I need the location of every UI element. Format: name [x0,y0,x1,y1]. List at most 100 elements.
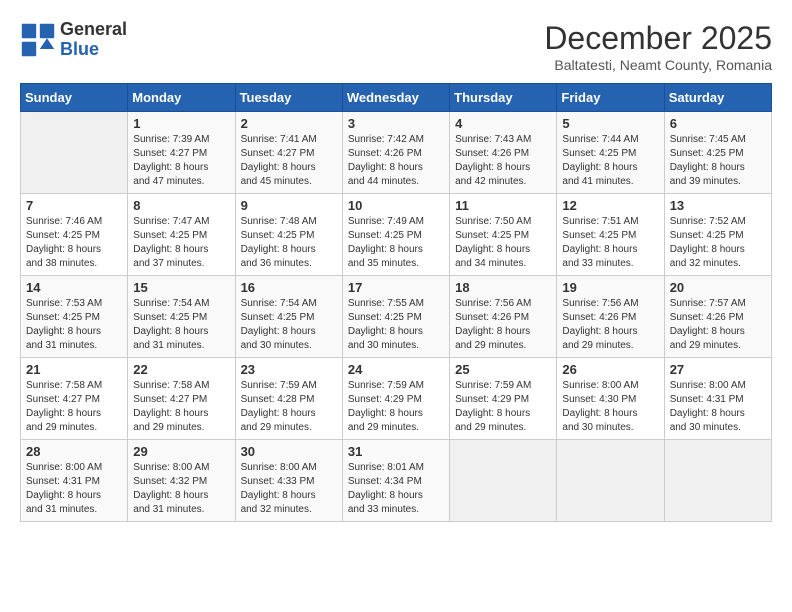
calendar-cell: 1 Sunrise: 7:39 AMSunset: 4:27 PMDaylight… [128,112,235,194]
day-number: 6 [670,116,766,131]
calendar-cell: 14 Sunrise: 7:53 AMSunset: 4:25 PMDayligh… [21,276,128,358]
day-info: Sunrise: 7:43 AMSunset: 4:26 PMDaylight:… [455,133,551,189]
calendar-body: 1 Sunrise: 7:39 AMSunset: 4:27 PMDaylight… [21,112,772,522]
calendar-cell: 27 Sunrise: 8:00 AMSunset: 4:31 PMDayligh… [664,358,771,440]
logo-blue: Blue [60,39,99,59]
day-number: 27 [670,362,766,377]
day-of-week-header: Tuesday [235,84,342,112]
day-number: 29 [133,444,229,459]
day-info: Sunrise: 7:59 AMSunset: 4:28 PMDaylight:… [241,379,337,435]
day-number: 8 [133,198,229,213]
calendar-cell: 17 Sunrise: 7:55 AMSunset: 4:25 PMDayligh… [342,276,449,358]
day-number: 21 [26,362,122,377]
calendar-cell: 31Sunrise: 8:01 AMSunset: 4:34 PMDayligh… [342,440,449,522]
day-number: 9 [241,198,337,213]
calendar-week-row: 14 Sunrise: 7:53 AMSunset: 4:25 PMDayligh… [21,276,772,358]
day-number: 23 [241,362,337,377]
day-info: Sunrise: 7:57 AMSunset: 4:26 PMDaylight:… [670,297,766,353]
day-info: Sunrise: 7:56 AMSunset: 4:26 PMDaylight:… [562,297,658,353]
page-header: General Blue December 2025 Baltatesti, N… [20,20,772,73]
day-info: Sunrise: 7:54 AMSunset: 4:25 PMDaylight:… [133,297,229,353]
day-number: 10 [348,198,444,213]
logo: General Blue [20,20,127,60]
day-info: Sunrise: 8:00 AMSunset: 4:32 PMDaylight:… [133,461,229,517]
day-info: Sunrise: 8:00 AMSunset: 4:31 PMDaylight:… [26,461,122,517]
calendar-cell [21,112,128,194]
day-number: 5 [562,116,658,131]
day-number: 4 [455,116,551,131]
calendar-week-row: 21 Sunrise: 7:58 AMSunset: 4:27 PMDayligh… [21,358,772,440]
day-of-week-header: Friday [557,84,664,112]
day-number: 19 [562,280,658,295]
calendar-cell: 6 Sunrise: 7:45 AMSunset: 4:25 PMDaylight… [664,112,771,194]
calendar-cell: 25Sunrise: 7:59 AMSunset: 4:29 PMDayligh… [450,358,557,440]
day-info: Sunrise: 7:53 AMSunset: 4:25 PMDaylight:… [26,297,122,353]
day-info: Sunrise: 7:58 AMSunset: 4:27 PMDaylight:… [26,379,122,435]
day-number: 20 [670,280,766,295]
day-info: Sunrise: 7:49 AMSunset: 4:25 PMDaylight:… [348,215,444,271]
day-info: Sunrise: 7:45 AMSunset: 4:25 PMDaylight:… [670,133,766,189]
calendar-cell: 16 Sunrise: 7:54 AMSunset: 4:25 PMDayligh… [235,276,342,358]
day-of-week-header: Saturday [664,84,771,112]
calendar-cell: 13Sunrise: 7:52 AMSunset: 4:25 PMDayligh… [664,194,771,276]
location-subtitle: Baltatesti, Neamt County, Romania [544,57,772,73]
day-info: Sunrise: 8:00 AMSunset: 4:31 PMDaylight:… [670,379,766,435]
logo-general: General [60,20,127,40]
day-info: Sunrise: 7:39 AMSunset: 4:27 PMDaylight:… [133,133,229,189]
day-number: 17 [348,280,444,295]
day-info: Sunrise: 7:55 AMSunset: 4:25 PMDaylight:… [348,297,444,353]
calendar-cell: 7Sunrise: 7:46 AMSunset: 4:25 PMDaylight… [21,194,128,276]
calendar-cell: 18Sunrise: 7:56 AMSunset: 4:26 PMDayligh… [450,276,557,358]
calendar-cell: 15 Sunrise: 7:54 AMSunset: 4:25 PMDayligh… [128,276,235,358]
day-of-week-header: Monday [128,84,235,112]
day-info: Sunrise: 7:50 AMSunset: 4:25 PMDaylight:… [455,215,551,271]
day-info: Sunrise: 7:54 AMSunset: 4:25 PMDaylight:… [241,297,337,353]
day-number: 26 [562,362,658,377]
day-of-week-header: Wednesday [342,84,449,112]
title-block: December 2025 Baltatesti, Neamt County, … [544,20,772,73]
day-number: 22 [133,362,229,377]
day-info: Sunrise: 7:46 AMSunset: 4:25 PMDaylight:… [26,215,122,271]
day-number: 28 [26,444,122,459]
day-info: Sunrise: 7:51 AMSunset: 4:25 PMDaylight:… [562,215,658,271]
calendar-table: SundayMondayTuesdayWednesdayThursdayFrid… [20,83,772,522]
calendar-cell: 26 Sunrise: 8:00 AMSunset: 4:30 PMDayligh… [557,358,664,440]
day-info: Sunrise: 7:44 AMSunset: 4:25 PMDaylight:… [562,133,658,189]
day-number: 1 [133,116,229,131]
calendar-week-row: 28 Sunrise: 8:00 AMSunset: 4:31 PMDayligh… [21,440,772,522]
day-info: Sunrise: 7:47 AMSunset: 4:25 PMDaylight:… [133,215,229,271]
day-info: Sunrise: 7:56 AMSunset: 4:26 PMDaylight:… [455,297,551,353]
calendar-cell: 12 Sunrise: 7:51 AMSunset: 4:25 PMDayligh… [557,194,664,276]
days-of-week-row: SundayMondayTuesdayWednesdayThursdayFrid… [21,84,772,112]
calendar-week-row: 7Sunrise: 7:46 AMSunset: 4:25 PMDaylight… [21,194,772,276]
calendar-cell: 24Sunrise: 7:59 AMSunset: 4:29 PMDayligh… [342,358,449,440]
day-number: 14 [26,280,122,295]
day-info: Sunrise: 7:58 AMSunset: 4:27 PMDaylight:… [133,379,229,435]
calendar-cell: 4 Sunrise: 7:43 AMSunset: 4:26 PMDaylight… [450,112,557,194]
day-number: 16 [241,280,337,295]
day-number: 12 [562,198,658,213]
day-number: 11 [455,198,551,213]
calendar-cell: 20 Sunrise: 7:57 AMSunset: 4:26 PMDayligh… [664,276,771,358]
calendar-cell: 5 Sunrise: 7:44 AMSunset: 4:25 PMDaylight… [557,112,664,194]
day-of-week-header: Thursday [450,84,557,112]
day-of-week-header: Sunday [21,84,128,112]
day-info: Sunrise: 8:01 AMSunset: 4:34 PMDaylight:… [348,461,444,517]
calendar-week-row: 1 Sunrise: 7:39 AMSunset: 4:27 PMDaylight… [21,112,772,194]
calendar-cell: 30Sunrise: 8:00 AMSunset: 4:33 PMDayligh… [235,440,342,522]
day-number: 2 [241,116,337,131]
calendar-cell: 8 Sunrise: 7:47 AMSunset: 4:25 PMDaylight… [128,194,235,276]
calendar-cell: 19 Sunrise: 7:56 AMSunset: 4:26 PMDayligh… [557,276,664,358]
day-info: Sunrise: 8:00 AMSunset: 4:30 PMDaylight:… [562,379,658,435]
calendar-cell: 3Sunrise: 7:42 AMSunset: 4:26 PMDaylight… [342,112,449,194]
calendar-cell: 23 Sunrise: 7:59 AMSunset: 4:28 PMDayligh… [235,358,342,440]
calendar-cell: 21 Sunrise: 7:58 AMSunset: 4:27 PMDayligh… [21,358,128,440]
calendar-cell: 10 Sunrise: 7:49 AMSunset: 4:25 PMDayligh… [342,194,449,276]
calendar-cell [664,440,771,522]
calendar-cell [557,440,664,522]
day-info: Sunrise: 8:00 AMSunset: 4:33 PMDaylight:… [241,461,337,517]
day-info: Sunrise: 7:42 AMSunset: 4:26 PMDaylight:… [348,133,444,189]
day-info: Sunrise: 7:48 AMSunset: 4:25 PMDaylight:… [241,215,337,271]
calendar-cell: 9 Sunrise: 7:48 AMSunset: 4:25 PMDaylight… [235,194,342,276]
day-number: 15 [133,280,229,295]
